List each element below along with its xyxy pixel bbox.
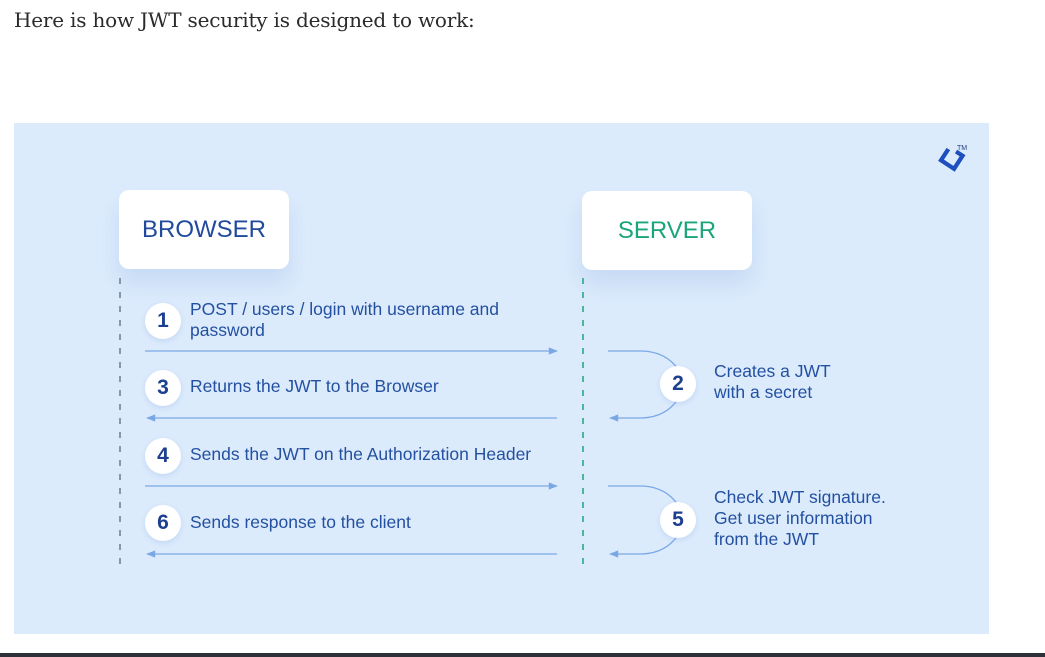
step-1-label: POST / users / login with username and p… [190, 299, 499, 340]
step-2-number: 2 [660, 366, 696, 402]
step-6-number: 6 [145, 505, 181, 541]
step-3-label: Returns the JWT to the Browser [190, 376, 439, 396]
step-5-number: 5 [660, 502, 696, 538]
step-2-label: Creates a JWT with a secret [714, 361, 831, 402]
step-4-label: Sends the JWT on the Authorization Heade… [190, 444, 532, 464]
browser-label: BROWSER [141, 215, 266, 243]
step-6-label: Sends response to the client [190, 512, 411, 532]
step-4-number: 4 [145, 438, 181, 474]
step-1-number: 1 [145, 303, 181, 339]
bottom-border [0, 653, 1045, 657]
jwt-flow-diagram: BROWSER SERVER TM 1 POST / users / login… [14, 123, 989, 634]
server-label: SERVER [617, 216, 717, 244]
step-3-number: 3 [145, 370, 181, 406]
step-5-label: Check JWT signature. Get user informatio… [714, 487, 886, 549]
intro-text: Here is how JWT security is designed to … [14, 8, 475, 32]
server-box: SERVER [582, 191, 752, 270]
logo-tm-mark: TM [957, 145, 967, 152]
brand-logo-icon: TM [938, 145, 967, 172]
browser-box: BROWSER [119, 190, 289, 269]
